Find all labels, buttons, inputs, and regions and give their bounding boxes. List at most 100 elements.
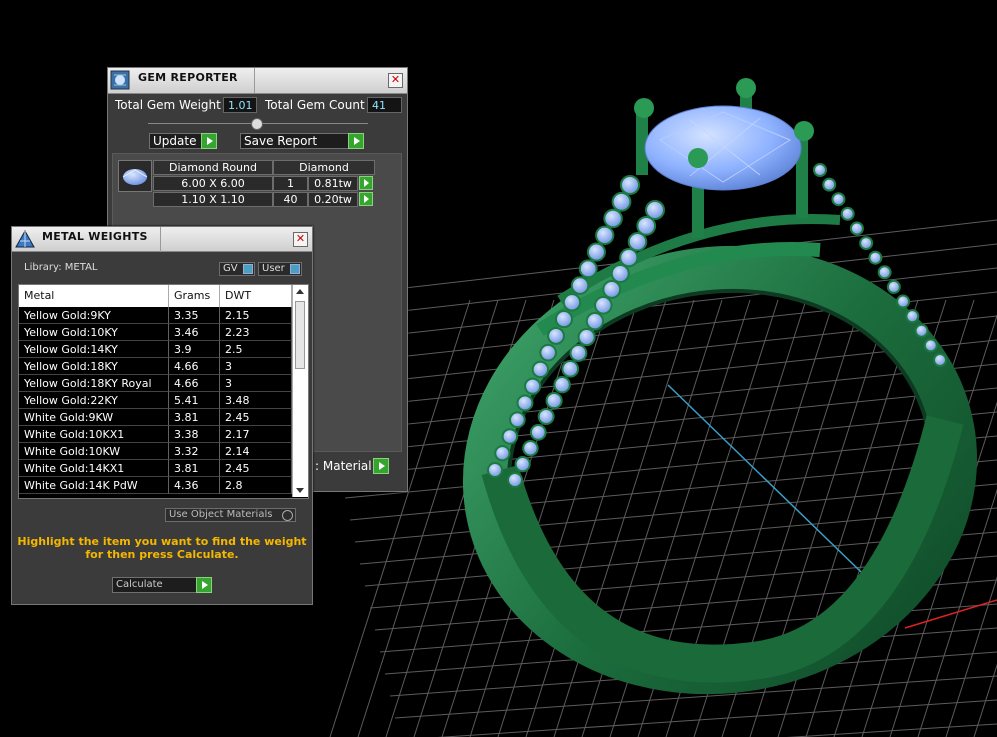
title-divider xyxy=(254,68,255,93)
axis-x xyxy=(904,599,997,629)
metal-grams-cell: 3.38 xyxy=(169,426,220,443)
total-gem-count-value: 41 xyxy=(367,97,402,113)
table-row[interactable]: White Gold:14KX1 3.81 2.45 xyxy=(19,460,292,477)
column-header-dwt[interactable]: DWT xyxy=(220,285,292,307)
calculate-button[interactable]: Calculate xyxy=(112,577,212,593)
user-label: User xyxy=(262,263,285,274)
metal-weights-titlebar[interactable]: METAL WEIGHTS ✕ xyxy=(12,227,312,252)
gem-weight-cell: 0.81tw xyxy=(308,176,358,191)
gem-size-cell[interactable]: 6.00 X 6.00 xyxy=(153,176,273,191)
toggle-circle-icon xyxy=(282,510,293,521)
title-divider xyxy=(160,227,161,252)
scroll-up-icon[interactable] xyxy=(296,289,304,294)
table-row[interactable]: Yellow Gold:22KY 5.41 3.48 xyxy=(19,392,292,409)
select-gem-row-button[interactable] xyxy=(359,192,373,206)
metal-table-rows: Yellow Gold:9KY 3.35 2.15 Yellow Gold:10KY 3… xyxy=(19,307,292,497)
metal-grams-cell: 4.66 xyxy=(169,358,220,375)
metal-dwt-cell: 2.5 xyxy=(220,341,292,358)
gem-count-cell: 1 xyxy=(273,176,308,191)
metal-table-scrollbar[interactable] xyxy=(292,285,308,497)
save-report-button[interactable]: Save Report xyxy=(240,133,364,149)
update-button[interactable]: Update xyxy=(149,133,217,149)
user-library-toggle[interactable]: User xyxy=(258,262,302,276)
metal-grams-cell: 5.41 xyxy=(169,392,220,409)
gem-reporter-close-button[interactable]: ✕ xyxy=(388,73,403,88)
metal-metal-cell: White Gold:10KW xyxy=(19,443,169,460)
play-icon xyxy=(201,133,217,149)
calculate-button-label: Calculate xyxy=(116,579,163,590)
play-icon xyxy=(196,577,212,593)
metal-grams-cell: 3.81 xyxy=(169,460,220,477)
metal-weights-app-icon xyxy=(14,229,35,249)
diamond-thumbnail[interactable] xyxy=(118,160,152,192)
slider-handle[interactable] xyxy=(251,118,263,130)
toggle-indicator-icon xyxy=(290,264,300,274)
metal-metal-cell: Yellow Gold:9KY xyxy=(19,307,169,324)
metal-dwt-cell: 3 xyxy=(220,358,292,375)
gv-label: GV xyxy=(223,263,238,274)
material-header: Diamond xyxy=(273,160,375,175)
table-row[interactable]: Yellow Gold:9KY 3.35 2.15 xyxy=(19,307,292,324)
column-header-grams[interactable]: Grams xyxy=(169,285,220,307)
metal-dwt-cell: 2.45 xyxy=(220,460,292,477)
instruction-line-2: for then press Calculate. xyxy=(85,548,239,561)
toggle-indicator-icon xyxy=(243,264,253,274)
total-gem-count-label: Total Gem Count xyxy=(265,98,365,112)
gem-reporter-app-icon xyxy=(110,70,130,90)
total-gem-weight-label: Total Gem Weight xyxy=(115,98,221,112)
metal-dwt-cell: 2.8 xyxy=(220,477,292,494)
metal-metal-cell: Yellow Gold:18KY xyxy=(19,358,169,375)
metal-dwt-cell: 3 xyxy=(220,375,292,392)
material-button-label: : Material xyxy=(315,459,372,473)
library-label: Library: METAL xyxy=(24,262,98,273)
save-report-button-label: Save Report xyxy=(244,134,318,148)
play-icon xyxy=(373,458,389,474)
gem-size-cell[interactable]: 1.10 X 1.10 xyxy=(153,192,273,207)
scroll-down-icon[interactable] xyxy=(296,488,304,493)
metal-metal-cell: Yellow Gold:22KY xyxy=(19,392,169,409)
metal-grams-cell: 4.66 xyxy=(169,375,220,392)
play-icon xyxy=(348,133,364,149)
gem-reporter-titlebar[interactable]: GEM REPORTER ✕ xyxy=(108,68,407,94)
metal-weights-title: METAL WEIGHTS xyxy=(42,230,148,243)
table-row[interactable]: Yellow Gold:18KY 4.66 3 xyxy=(19,358,292,375)
metal-grams-cell: 3.9 xyxy=(169,341,220,358)
instruction-text: Highlight the item you want to find the … xyxy=(12,535,312,561)
gem-count-cell: 40 xyxy=(273,192,308,207)
metal-dwt-cell: 2.45 xyxy=(220,409,292,426)
metal-weights-close-button[interactable]: ✕ xyxy=(293,232,308,247)
gem-weight-cell: 0.20tw xyxy=(308,192,358,207)
metal-grams-cell: 3.81 xyxy=(169,409,220,426)
metal-weights-panel: METAL WEIGHTS ✕ Library: METAL GV User M… xyxy=(11,226,313,605)
metal-metal-cell: White Gold:10KX1 xyxy=(19,426,169,443)
table-row[interactable]: White Gold:10KX1 3.38 2.17 xyxy=(19,426,292,443)
table-row[interactable]: Yellow Gold:14KY 3.9 2.5 xyxy=(19,341,292,358)
table-row[interactable]: White Gold:9KW 3.81 2.45 xyxy=(19,409,292,426)
gv-library-toggle[interactable]: GV xyxy=(219,262,255,276)
metal-table: Metal Grams DWT Yellow Gold:9KY 3.35 2.15 Y… xyxy=(18,284,309,499)
metal-grams-cell: 3.46 xyxy=(169,324,220,341)
table-row[interactable]: Yellow Gold:18KY Royal 4.66 3 xyxy=(19,375,292,392)
metal-metal-cell: Yellow Gold:14KY xyxy=(19,341,169,358)
column-header-metal[interactable]: Metal xyxy=(19,285,169,307)
metal-metal-cell: Yellow Gold:18KY Royal xyxy=(19,375,169,392)
metal-metal-cell: White Gold:14KX1 xyxy=(19,460,169,477)
metal-grams-cell: 3.32 xyxy=(169,443,220,460)
use-object-materials-toggle[interactable]: Use Object Materials xyxy=(165,508,296,522)
metal-dwt-cell: 2.15 xyxy=(220,307,292,324)
use-object-materials-label: Use Object Materials xyxy=(169,509,273,520)
metal-metal-cell: White Gold:14K PdW xyxy=(19,477,169,494)
select-gem-row-button[interactable] xyxy=(359,176,373,190)
table-row[interactable]: White Gold:14K PdW 4.36 2.8 xyxy=(19,477,292,494)
metal-grams-cell: 4.36 xyxy=(169,477,220,494)
gem-reporter-title: GEM REPORTER xyxy=(138,71,238,84)
table-row[interactable]: Yellow Gold:10KY 3.46 2.23 xyxy=(19,324,292,341)
metal-metal-cell: White Gold:9KW xyxy=(19,409,169,426)
metal-dwt-cell: 2.23 xyxy=(220,324,292,341)
metal-grams-cell: 3.35 xyxy=(169,307,220,324)
update-button-label: Update xyxy=(153,134,197,148)
table-row[interactable]: White Gold:10KW 3.32 2.14 xyxy=(19,443,292,460)
scroll-thumb[interactable] xyxy=(295,301,305,369)
material-button[interactable]: : Material xyxy=(312,458,389,475)
metal-metal-cell: Yellow Gold:10KY xyxy=(19,324,169,341)
